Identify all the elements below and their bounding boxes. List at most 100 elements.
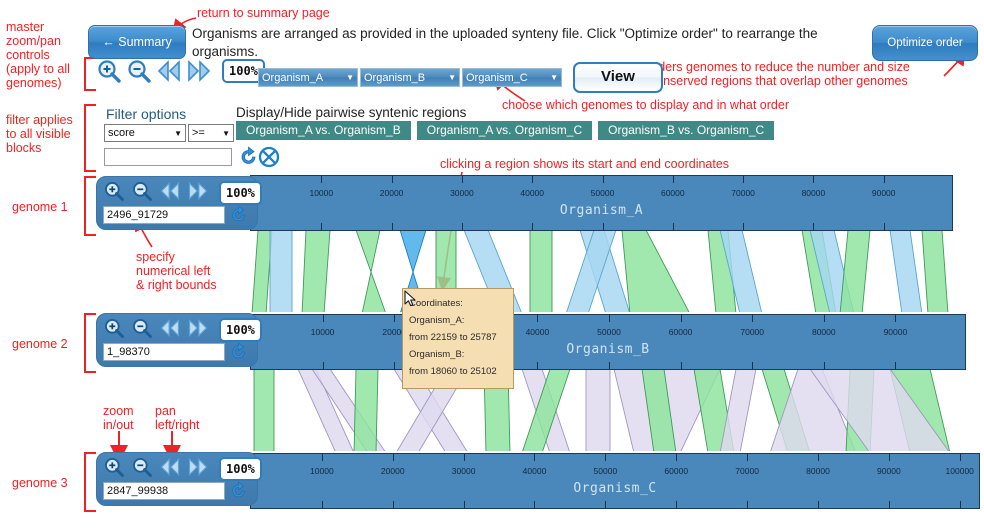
annotation-pan-lr: pan left/right (155, 404, 200, 432)
genome-3-toolbar: 100% (103, 456, 262, 482)
zoom-in-icon[interactable] (96, 58, 122, 84)
tooltip-organism-b-range: from 18060 to 25102 (409, 366, 497, 377)
ruler-tick (609, 315, 610, 322)
ruler-tick-label: 40000 (520, 188, 545, 198)
genome-2-zoom-level[interactable]: 100% (219, 318, 262, 342)
ruler-tick-label: 70000 (735, 466, 759, 476)
bracket-genome3 (84, 452, 96, 512)
ruler-tick (461, 176, 463, 183)
synteny-ribbon[interactable] (353, 369, 379, 451)
ruler-tick (959, 501, 961, 508)
ruler-tick (747, 454, 749, 461)
ruler-tick (321, 176, 323, 183)
zoom-out-icon[interactable] (131, 456, 157, 482)
synteny-ribbon[interactable] (269, 230, 293, 312)
annotation-master-controls: master zoom/pan controls (apply to all g… (6, 20, 70, 90)
ruler-tick (888, 501, 890, 508)
pan-left-icon[interactable] (156, 58, 182, 84)
pan-left-icon[interactable] (159, 180, 185, 206)
genome-track-3-label: Organism_C (573, 481, 657, 496)
synteny-ribbon[interactable] (253, 369, 275, 451)
filter-clear-icon[interactable] (258, 146, 280, 171)
pan-right-icon[interactable] (187, 456, 213, 482)
genome-1-coord-input[interactable]: 2496_91729 (103, 206, 225, 224)
genome-1-reset-icon[interactable] (229, 205, 249, 225)
chevron-down-icon: ▼ (222, 128, 230, 138)
ruler-tick-label: 80000 (801, 188, 826, 198)
bracket-master-controls (84, 57, 96, 91)
ruler-tick (391, 223, 393, 230)
genome-panel-3: 100% 2847_99938 (96, 452, 262, 506)
organism-select-2[interactable]: Organism_B ▼ (360, 68, 460, 87)
genome-1-toolbar: 100% (103, 180, 262, 206)
chevron-down-icon: ▼ (448, 72, 456, 82)
ruler-tick (392, 454, 394, 461)
synteny-ribbon[interactable] (301, 230, 331, 312)
ruler-tick (321, 454, 323, 461)
zoom-in-icon[interactable] (103, 317, 129, 343)
filter-field-select[interactable]: score ▼ (104, 124, 186, 142)
genome-2-toolbar: 100% (103, 317, 262, 343)
genome-3-zoom-level[interactable]: 100% (219, 457, 262, 481)
pan-right-icon[interactable] (187, 317, 213, 343)
synteny-ribbon[interactable] (921, 230, 949, 312)
genome-2-coord-input[interactable]: 1_98370 (103, 343, 225, 361)
synteny-ribbon[interactable] (355, 230, 386, 312)
ruler-tick (672, 176, 674, 183)
pan-right-icon[interactable] (187, 180, 213, 206)
organism-select-3-value: Organism_C (466, 71, 528, 84)
genome-3-coord-input[interactable]: 2847_99938 (103, 482, 225, 500)
bracket-genome2 (84, 313, 96, 373)
organism-select-3[interactable]: Organism_C ▼ (462, 68, 562, 87)
pairwise-toggle-ab[interactable]: Organism_A vs. Organism_B (236, 121, 411, 140)
zoom-out-icon[interactable] (131, 180, 157, 206)
tooltip-organism-a-range: from 22159 to 25787 (409, 332, 497, 343)
genome-track-2[interactable]: Organism_B 10000200003000040000500006000… (250, 314, 966, 370)
ruler-tick-label: 50000 (590, 188, 615, 198)
ruler-tick (813, 176, 815, 183)
ruler-tick (883, 176, 885, 183)
synteny-ribbon[interactable] (889, 230, 923, 312)
filter-options-title: Filter options (106, 106, 187, 122)
zoom-out-icon[interactable] (126, 58, 152, 84)
view-button[interactable]: View (573, 62, 663, 93)
pairwise-toggle-ac[interactable]: Organism_A vs. Organism_C (416, 121, 593, 140)
annotation-filter: filter applies to all visible blocks (6, 113, 73, 155)
ruler-tick (752, 315, 754, 322)
synteny-ribbons-b-c (253, 369, 950, 451)
ruler-tick (463, 454, 465, 461)
zoom-in-icon[interactable] (103, 180, 129, 206)
synteny-ribbon[interactable] (621, 230, 690, 312)
pan-left-icon[interactable] (159, 317, 185, 343)
genome-track-3[interactable]: Organism_C 10000 20000 30000 40000 50000 6000… (250, 453, 980, 509)
ruler-tick (534, 454, 536, 461)
ruler-tick (322, 362, 324, 369)
summary-button[interactable]: ← Summary (88, 25, 186, 59)
genome-1-zoom-level[interactable]: 100% (219, 181, 262, 205)
zoom-in-icon[interactable] (103, 456, 129, 482)
pan-left-icon[interactable] (159, 456, 185, 482)
synteny-ribbon[interactable] (529, 230, 553, 312)
synteny-ribbon[interactable] (585, 369, 611, 451)
filter-value-input[interactable] (104, 148, 232, 166)
genome-track-1[interactable]: Organism_A 10000 20000 30000 40000 50000 6000… (250, 175, 953, 231)
pairwise-toggle-bc[interactable]: Organism_B vs. Organism_C (598, 121, 775, 140)
zoom-out-icon[interactable] (131, 317, 157, 343)
ruler-tick-label: 10000 (310, 327, 335, 337)
filter-reset-icon[interactable] (238, 146, 260, 171)
genome-3-reset-icon[interactable] (229, 481, 249, 501)
pan-right-icon[interactable] (186, 58, 212, 84)
chevron-down-icon: ▼ (346, 72, 354, 82)
ruler-tick-label: 50000 (597, 327, 621, 337)
region-coordinates-tooltip: Coordinates: Organism_A: from 22159 to 2… (402, 288, 514, 389)
synteny-ribbon[interactable] (251, 230, 273, 312)
optimize-order-button[interactable]: Optimize order (872, 25, 978, 61)
ruler-tick-label: 50000 (593, 466, 618, 476)
filter-operator-select[interactable]: >= ▼ (188, 124, 234, 142)
ruler-tick-label: 10000 (309, 188, 334, 198)
organism-select-1[interactable]: Organism_A ▼ (258, 68, 358, 87)
synteny-ribbon[interactable] (839, 230, 871, 312)
ruler-tick (883, 223, 885, 230)
genome-2-reset-icon[interactable] (229, 342, 249, 362)
ruler-tick (747, 501, 749, 508)
